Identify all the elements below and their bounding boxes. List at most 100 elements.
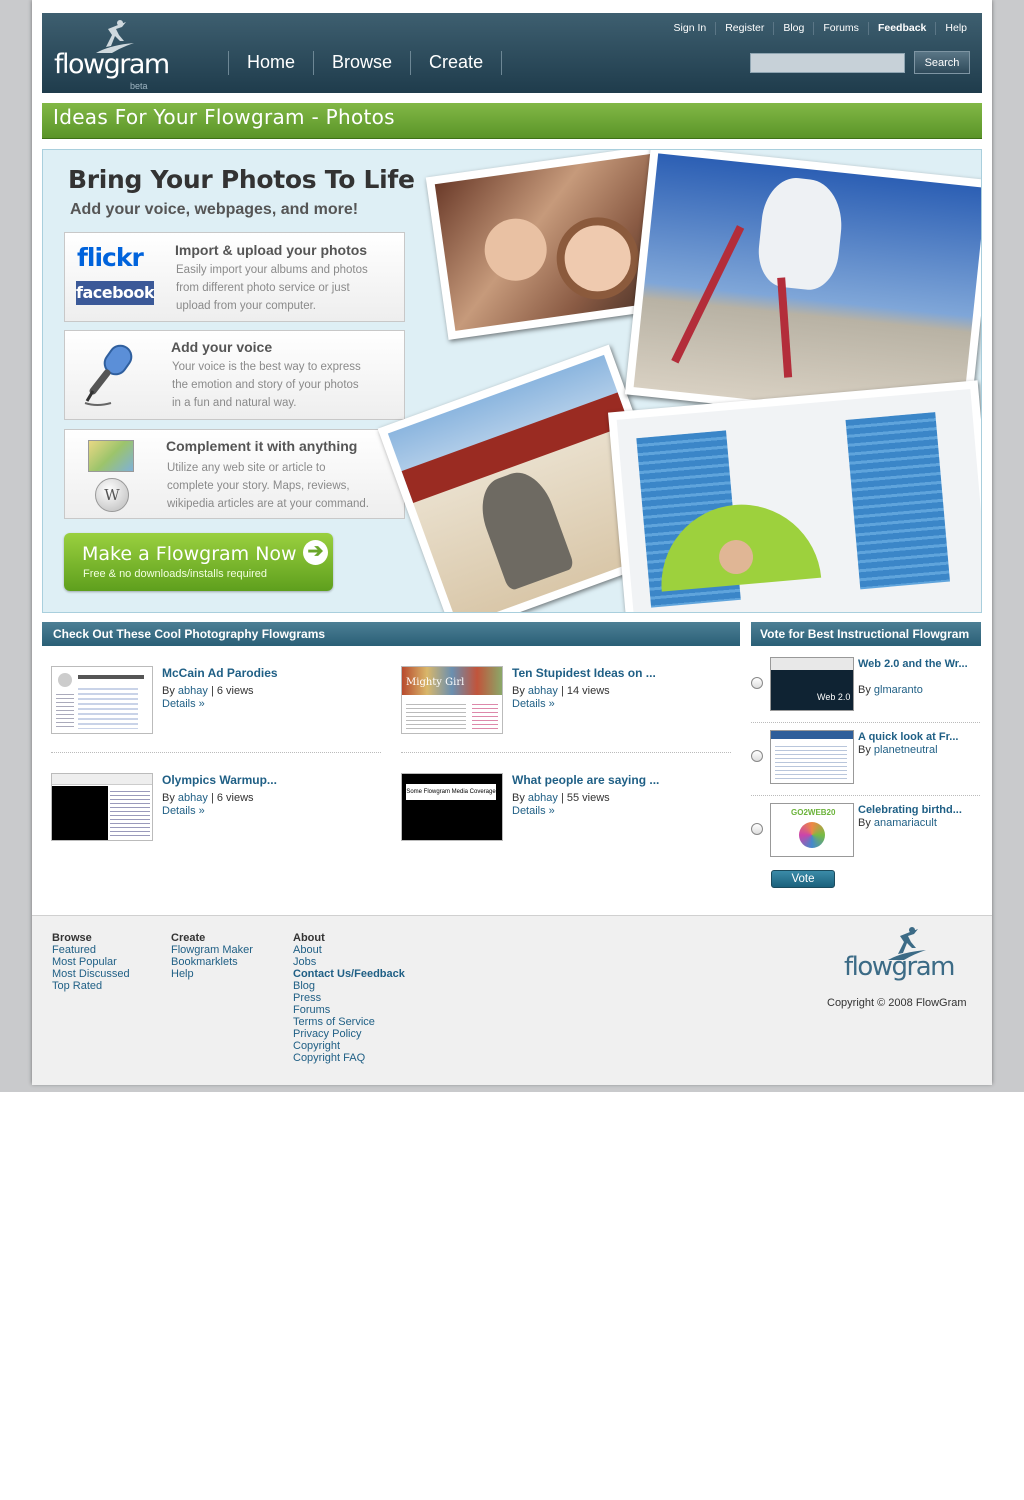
footer-link-bookmarklets[interactable]: Bookmarklets (171, 956, 253, 968)
desc-line: complete your story. Maps, reviews, (167, 480, 350, 492)
hero-panel: Bring Your Photos To Life Add your voice… (42, 149, 982, 613)
footer-link-blog[interactable]: Blog (293, 980, 405, 992)
footer-logo[interactable]: flowgram (844, 926, 956, 996)
flowgram-thumbnail[interactable] (51, 773, 153, 841)
vote-thumbnail[interactable]: GO2WEB20 (770, 803, 854, 857)
footer-link-most-discussed[interactable]: Most Discussed (52, 968, 130, 980)
by-label: By (858, 744, 871, 756)
feature-import-photos: flickr facebook Import & upload your pho… (64, 232, 405, 322)
help-link[interactable]: Help (935, 22, 976, 35)
footer-link-forums[interactable]: Forums (293, 1004, 405, 1016)
desc-line: wikipedia articles are at your command. (167, 498, 369, 510)
footer-link-privacy[interactable]: Privacy Policy (293, 1028, 405, 1040)
details-link[interactable]: Details » (512, 698, 555, 710)
author-link[interactable]: abhay (528, 792, 558, 804)
flowgram-thumbnail[interactable]: Some Flowgram Media Coverage (401, 773, 503, 841)
make-flowgram-button[interactable]: Make a Flowgram Now Free & no downloads/… (64, 533, 333, 591)
vote-option: Web 2.0 Web 2.0 and the Wr... By glmaran… (751, 657, 981, 717)
cool-flowgrams-header: Check Out These Cool Photography Flowgra… (42, 622, 740, 646)
site-header: flowgram beta Home Browse Create Sign In… (42, 13, 982, 93)
feature-title: Import & upload your photos (175, 242, 368, 258)
logo-wordmark: flowgram (844, 952, 956, 982)
flowgram-title[interactable]: What people are saying ... (512, 773, 659, 787)
by-label: By (512, 685, 525, 697)
microphone-icon (84, 344, 133, 406)
author-link[interactable]: abhay (178, 685, 208, 697)
photo-shutters-umbrella (607, 380, 981, 612)
author-link[interactable]: abhay (178, 792, 208, 804)
vote-button[interactable]: Vote (771, 870, 835, 888)
page-title: Ideas For Your Flowgram - Photos (53, 105, 395, 129)
author-link[interactable]: glmaranto (874, 684, 923, 696)
footer-link-terms[interactable]: Terms of Service (293, 1016, 405, 1028)
flowgram-thumbnail[interactable] (51, 666, 153, 734)
flowgram-thumbnail[interactable]: Mighty Girl (401, 666, 503, 734)
footer-link-about[interactable]: About (293, 944, 405, 956)
register-link[interactable]: Register (715, 22, 773, 35)
vote-thumbnail[interactable]: Web 2.0 (770, 657, 854, 711)
vote-radio[interactable] (751, 750, 763, 762)
vote-radio[interactable] (751, 677, 763, 689)
details-link[interactable]: Details » (512, 805, 555, 817)
nav-browse[interactable]: Browse (313, 51, 410, 75)
footer-link-copyright[interactable]: Copyright (293, 1040, 405, 1052)
flowgram-title[interactable]: Olympics Warmup... (162, 773, 277, 787)
thumbnail-caption: Some Flowgram Media Coverage (406, 784, 496, 800)
flowgram-title[interactable]: Ten Stupidest Ideas on ... (512, 666, 656, 680)
footer-about-column: About About Jobs Contact Us/Feedback Blo… (293, 932, 405, 1064)
by-label: By (162, 685, 175, 697)
vote-title[interactable]: Celebrating birthd... (858, 803, 978, 817)
thumbnail-caption: Web 2.0 (817, 692, 851, 702)
forums-link[interactable]: Forums (813, 22, 868, 35)
feature-title: Add your voice (171, 339, 273, 355)
divider (51, 752, 381, 753)
details-link[interactable]: Details » (162, 805, 205, 817)
vote-author: By glmaranto (858, 684, 923, 696)
feature-title: Complement it with anything (166, 438, 358, 454)
feature-description: Utilize any web site or article to compl… (167, 459, 369, 513)
search-button[interactable]: Search (914, 51, 970, 74)
footer-link-press[interactable]: Press (293, 992, 405, 1004)
by-label: By (858, 684, 871, 696)
wikipedia-globe-icon: W (95, 478, 129, 512)
search-input[interactable] (750, 53, 905, 73)
flowgram-meta: By abhay | 14 views (512, 685, 610, 697)
author-link[interactable]: anamariacult (874, 817, 937, 829)
footer-link-most-popular[interactable]: Most Popular (52, 956, 130, 968)
details-link[interactable]: Details » (162, 698, 205, 710)
feedback-link[interactable]: Feedback (867, 22, 935, 35)
vote-option: GO2WEB20 Celebrating birthd... By anamar… (751, 803, 981, 863)
vote-title[interactable]: Web 2.0 and the Wr... (858, 657, 978, 671)
divider (401, 752, 731, 753)
footer-link-copyright-faq[interactable]: Copyright FAQ (293, 1052, 405, 1064)
sign-in-link[interactable]: Sign In (665, 22, 716, 35)
hero-subtitle: Add your voice, webpages, and more! (70, 201, 359, 218)
footer-link-top-rated[interactable]: Top Rated (52, 980, 130, 992)
footer-link-flowgram-maker[interactable]: Flowgram Maker (171, 944, 253, 956)
author-link[interactable]: abhay (528, 685, 558, 697)
by-label: By (512, 792, 525, 804)
footer-link-featured[interactable]: Featured (52, 944, 130, 956)
desc-line: Utilize any web site or article to (167, 462, 326, 474)
footer-link-jobs[interactable]: Jobs (293, 956, 405, 968)
footer-link-help[interactable]: Help (171, 968, 253, 980)
divider (751, 722, 980, 723)
footer-heading: Create (171, 932, 206, 944)
vote-title[interactable]: A quick look at Fr... (858, 730, 978, 744)
nav-home[interactable]: Home (228, 51, 313, 75)
footer-link-contact[interactable]: Contact Us/Feedback (293, 968, 405, 980)
nav-create[interactable]: Create (410, 51, 503, 75)
feature-description: Your voice is the best way to express th… (172, 358, 361, 412)
flowgram-item: Some Flowgram Media Coverage What people… (401, 773, 731, 853)
blog-link[interactable]: Blog (773, 22, 813, 35)
vote-thumbnail[interactable] (770, 730, 854, 784)
view-count: | 6 views (210, 792, 254, 804)
vote-radio[interactable] (751, 823, 763, 835)
site-logo[interactable]: flowgram beta (54, 19, 170, 91)
desc-line: Your voice is the best way to express (172, 361, 361, 373)
flowgram-meta: By abhay | 6 views (162, 685, 254, 697)
facebook-logo: facebook (76, 281, 155, 305)
desc-line: the emotion and story of your photos (172, 379, 359, 391)
flowgram-title[interactable]: McCain Ad Parodies (162, 666, 278, 680)
author-link[interactable]: planetneutral (874, 744, 938, 756)
